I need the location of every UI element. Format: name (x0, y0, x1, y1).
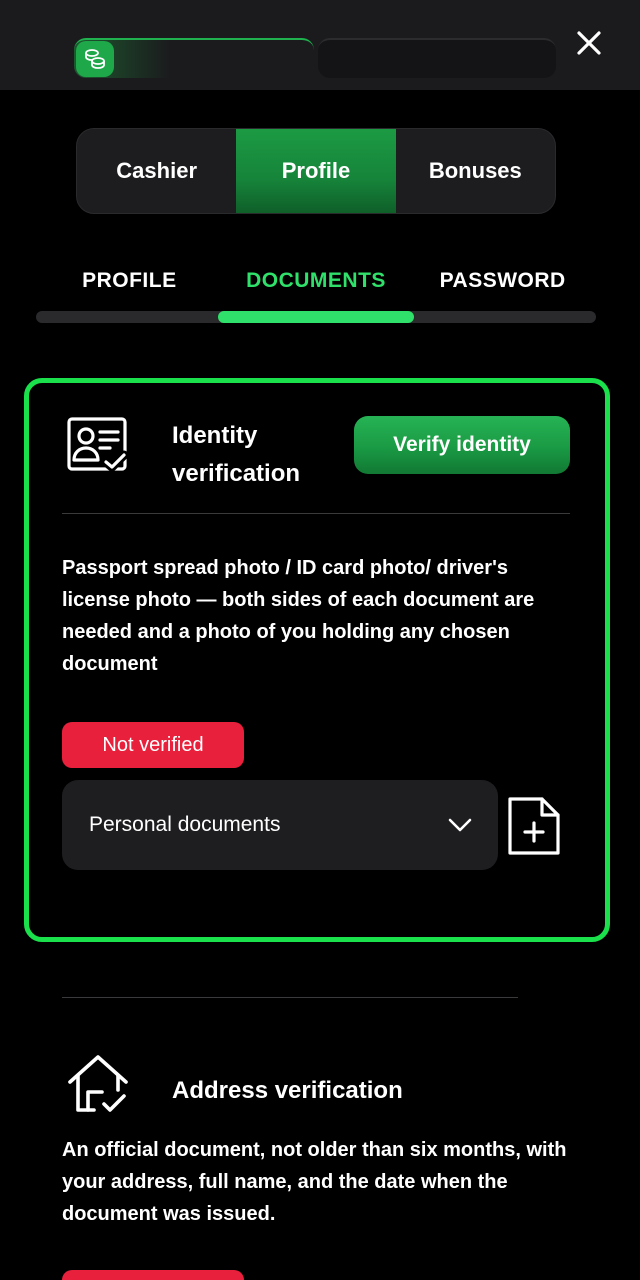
close-button[interactable] (570, 24, 608, 62)
main-tabs: Cashier Profile Bonuses (76, 128, 556, 214)
subtab-documents[interactable]: DOCUMENTS (223, 258, 410, 304)
section-divider (62, 997, 518, 998)
file-plus-icon[interactable] (506, 795, 562, 857)
tab-cashier[interactable]: Cashier (77, 129, 236, 213)
subtab-password[interactable]: PASSWORD (409, 258, 596, 304)
identity-divider (62, 513, 570, 514)
document-type-value: Personal documents (89, 813, 281, 836)
coins-icon (76, 41, 114, 77)
close-icon (577, 31, 601, 55)
subtab-profile[interactable]: PROFILE (36, 258, 223, 304)
verify-identity-button[interactable]: Verify identity (354, 416, 570, 474)
page: Cashier Profile Bonuses PROFILE DOCUMENT… (0, 0, 640, 1280)
home-check-icon (68, 1055, 128, 1112)
tab-profile[interactable]: Profile (236, 129, 396, 213)
document-type-select[interactable]: Personal documents (62, 780, 498, 870)
status-badge: Not verified (62, 722, 244, 768)
identity-verification-title: Identity verification (172, 422, 301, 487)
subtab-active-indicator (218, 311, 414, 323)
secondary-balance-pill[interactable] (318, 38, 556, 78)
id-card-check-icon (67, 417, 129, 472)
chevron-down-icon (448, 818, 472, 832)
address-description: An official document, not older than six… (62, 1139, 567, 1225)
address-verification-title: Address verification (172, 1077, 403, 1104)
tab-bonuses[interactable]: Bonuses (396, 129, 555, 213)
address-status-badge (62, 1270, 244, 1280)
sub-tabs: PROFILE DOCUMENTS PASSWORD (36, 258, 596, 304)
identity-description: Passport spread photo / ID card photo/ d… (62, 557, 535, 675)
